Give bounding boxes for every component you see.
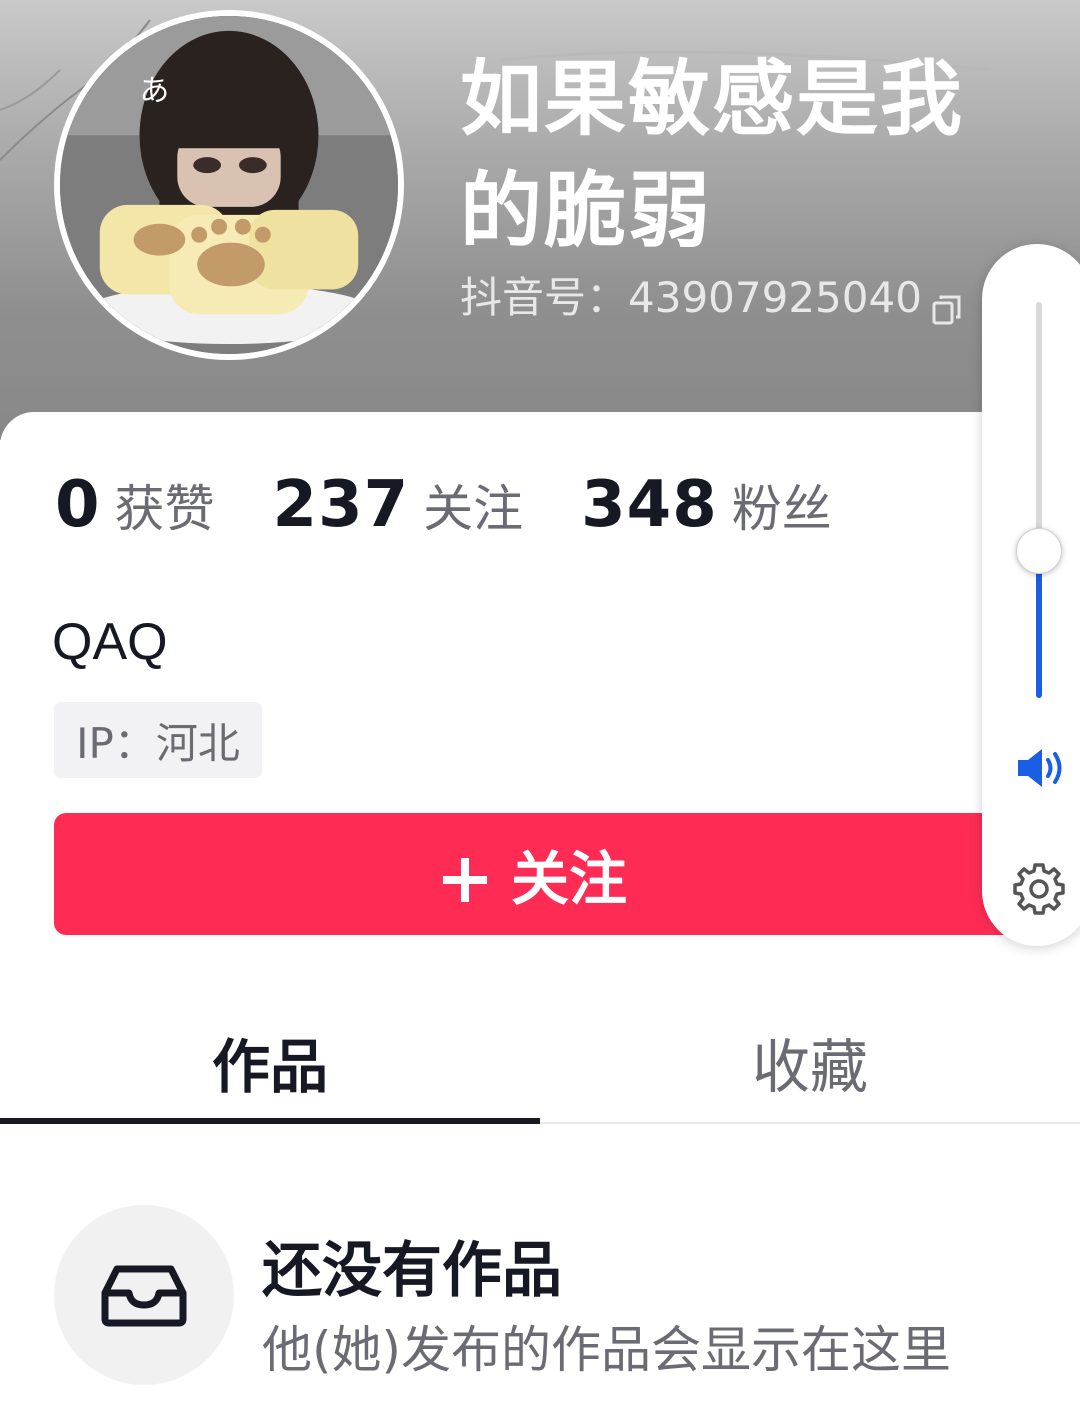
tab-favorites[interactable]: 收藏 bbox=[540, 1000, 1080, 1124]
profile-header: あ 如果敏感是我的脆弱 抖音号：43907925040 bbox=[0, 0, 1080, 440]
empty-state-icon-circle bbox=[54, 1205, 234, 1385]
volume-slider-track[interactable] bbox=[1036, 302, 1042, 698]
active-tab-indicator bbox=[0, 1118, 540, 1124]
stat-label: 获赞 bbox=[114, 480, 215, 538]
volume-panel bbox=[982, 244, 1080, 946]
stat-likes[interactable]: 0 获赞 bbox=[55, 468, 215, 542]
bio-text: QAQ bbox=[52, 613, 168, 671]
copy-icon[interactable] bbox=[932, 282, 962, 325]
stat-value: 0 bbox=[55, 468, 101, 542]
douyin-id-row[interactable]: 抖音号：43907925040 bbox=[460, 268, 962, 328]
avatar-image: あ bbox=[60, 16, 398, 354]
stat-followers[interactable]: 348 粉丝 bbox=[581, 468, 832, 542]
follow-button[interactable]: 关注 bbox=[54, 813, 1014, 935]
stat-label: 粉丝 bbox=[731, 480, 832, 538]
follow-button-label: 关注 bbox=[510, 845, 627, 913]
stat-value: 348 bbox=[581, 468, 718, 542]
empty-state-title: 还没有作品 bbox=[262, 1236, 562, 1306]
stat-value: 237 bbox=[272, 468, 410, 542]
stats-row: 0 获赞 237 关注 348 粉丝 bbox=[55, 468, 890, 542]
ip-location-tag: IP：河北 bbox=[54, 702, 262, 778]
tab-works[interactable]: 作品 bbox=[0, 1000, 540, 1124]
stat-following[interactable]: 237 关注 bbox=[273, 468, 524, 542]
tab-label: 收藏 bbox=[751, 1033, 868, 1101]
gear-icon[interactable] bbox=[1012, 862, 1066, 916]
volume-slider-thumb[interactable] bbox=[1016, 528, 1062, 574]
speaker-icon[interactable] bbox=[1016, 746, 1068, 790]
inbox-icon bbox=[101, 1265, 187, 1327]
plus-icon bbox=[441, 850, 489, 902]
avatar[interactable]: あ bbox=[54, 10, 404, 360]
nickname: 如果敏感是我的脆弱 bbox=[460, 52, 965, 259]
empty-state-subtitle: 他(她)发布的作品会显示在这里 bbox=[262, 1321, 952, 1379]
profile-card: 0 获赞 237 关注 348 粉丝 QAQ IP：河北 关注 作品 收藏 还没… bbox=[0, 412, 1080, 1422]
content-tabs: 作品 收藏 bbox=[0, 1000, 1080, 1124]
tab-label: 作品 bbox=[211, 1033, 328, 1101]
douyin-id: 抖音号：43907925040 bbox=[460, 273, 922, 322]
svg-text:あ: あ bbox=[140, 74, 170, 109]
profile-page: あ 如果敏感是我的脆弱 抖音号：43907925040 0 获赞 237 关注 bbox=[0, 0, 1080, 1422]
stat-label: 关注 bbox=[423, 480, 524, 538]
